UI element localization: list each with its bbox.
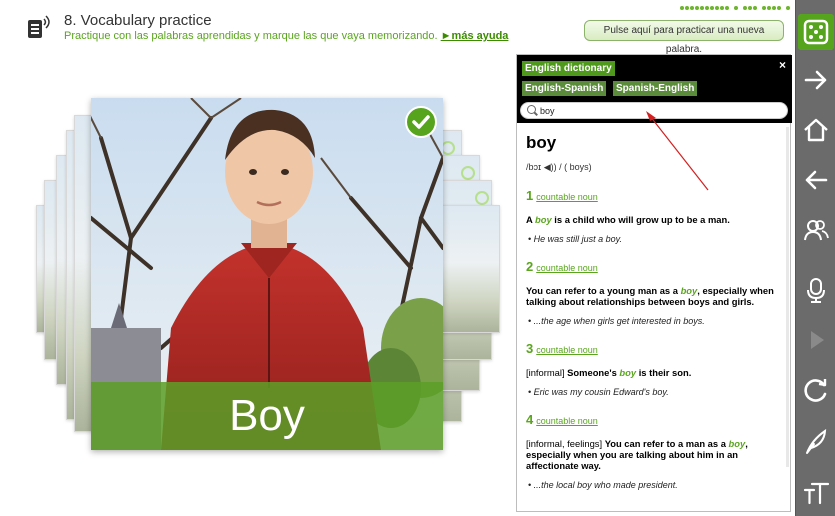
close-icon[interactable]: × (779, 58, 786, 72)
tab-spanish-english[interactable]: Spanish-English (613, 81, 698, 96)
part-of-speech-link[interactable]: countable noun (536, 345, 598, 355)
keyword: boy (680, 285, 698, 296)
part-of-speech-link[interactable]: countable noun (536, 416, 598, 426)
learned-check-icon[interactable] (405, 106, 437, 138)
scrollbar[interactable] (786, 127, 789, 467)
search-input[interactable] (540, 103, 780, 118)
page-title: 8. Vocabulary practice (64, 12, 212, 29)
sense-block: 1 countable noun A boy is a child who will… (526, 187, 783, 244)
sense-heading: 2 countable noun (526, 258, 783, 276)
dictionary-panel: English dictionary × English-Spanish Spa… (516, 54, 792, 513)
card-word: Boy (229, 391, 305, 440)
example-sentence: • ...the age when girls get interested i… (528, 316, 705, 326)
play-icon[interactable] (798, 322, 834, 358)
definition-text: is their son. (636, 367, 692, 378)
app-window: 8. Vocabulary practice Practique con las… (0, 0, 835, 516)
sense-block: 4 countable noun [informal, feelings] You … (526, 411, 783, 490)
instructions: Practique con las palabras aprendidas y … (64, 30, 508, 42)
definition: [informal] Someone's boy is their son. (526, 367, 783, 378)
definition-text: Someone's (567, 367, 620, 378)
pronunciation: /bɔɪ ◀)) / ( boys) (526, 162, 592, 172)
sense-list: 1 countable noun A boy is a child who will… (526, 187, 783, 490)
practice-new-word-button[interactable]: Pulse aquí para practicar una nueva pala… (584, 20, 784, 55)
text-size-icon[interactable] (798, 474, 834, 510)
search-icon[interactable] (527, 105, 536, 114)
definition-text: A (526, 214, 536, 225)
sense-heading: 3 countable noun (526, 340, 783, 358)
sense-number: 3 (526, 341, 534, 356)
keyword: boy (535, 214, 552, 225)
back-arrow-icon[interactable] (798, 162, 834, 198)
example-sentence: • Eric was my cousin Edward's boy. (528, 387, 669, 397)
more-help-link[interactable]: ►más ayuda (441, 30, 509, 42)
keyword: boy (619, 367, 637, 378)
keyword: boy (728, 438, 746, 449)
usage-label: [informal] (526, 367, 568, 378)
right-toolbar (795, 0, 835, 516)
next-arrow-icon[interactable] (798, 62, 834, 98)
definition-text: is a child who will grow up to be a man. (551, 214, 730, 225)
definition-text: You can refer to a man as a (604, 438, 729, 449)
sense-number: 4 (526, 412, 534, 427)
flashcard[interactable]: Boy (91, 98, 443, 450)
home-icon[interactable] (798, 112, 834, 148)
definition: A boy is a child who will grow up to be … (526, 214, 783, 225)
feather-icon[interactable] (798, 424, 834, 460)
dictionary-entry: boy /bɔɪ ◀)) / ( boys) 1 countable noun A … (517, 127, 792, 513)
usage-label: [informal, feelings] (526, 438, 605, 449)
headword: boy (526, 133, 557, 152)
tab-english-spanish[interactable]: English-Spanish (522, 81, 607, 96)
sense-number: 2 (526, 259, 534, 274)
microphone-icon[interactable] (798, 272, 834, 308)
sense-heading: 4 countable noun (526, 411, 783, 429)
sense-block: 2 countable noun You can refer to a young … (526, 258, 783, 326)
caption-band: Boy (91, 382, 443, 450)
definition: [informal, feelings] You can refer to a … (526, 438, 783, 471)
dictionary-header: English dictionary × English-Spanish Spa… (517, 55, 792, 123)
example-sentence: • ...the local boy who made president. (528, 480, 678, 490)
check-ring-icon (441, 141, 455, 155)
sense-number: 1 (526, 188, 534, 203)
part-of-speech-link[interactable]: countable noun (536, 192, 598, 202)
dice-icon[interactable] (798, 14, 834, 50)
definition-text: You can refer to a young man as a (526, 285, 681, 296)
audio-speaker-icon[interactable] (26, 14, 54, 42)
part-of-speech-link[interactable]: countable noun (536, 263, 598, 273)
definition: You can refer to a young man as a boy, e… (526, 285, 783, 307)
instructions-text: Practique con las palabras aprendidas y … (64, 30, 441, 42)
example-sentence: • He was still just a boy. (528, 234, 623, 244)
check-ring-icon (475, 191, 489, 205)
check-ring-icon (461, 166, 475, 180)
users-icon[interactable] (798, 212, 834, 248)
search-box[interactable] (520, 102, 788, 119)
sense-block: 3 countable noun [informal] Someone's boy … (526, 340, 783, 397)
refresh-icon[interactable] (798, 372, 834, 408)
dictionary-title: English dictionary (522, 61, 615, 76)
sense-heading: 1 countable noun (526, 187, 783, 205)
